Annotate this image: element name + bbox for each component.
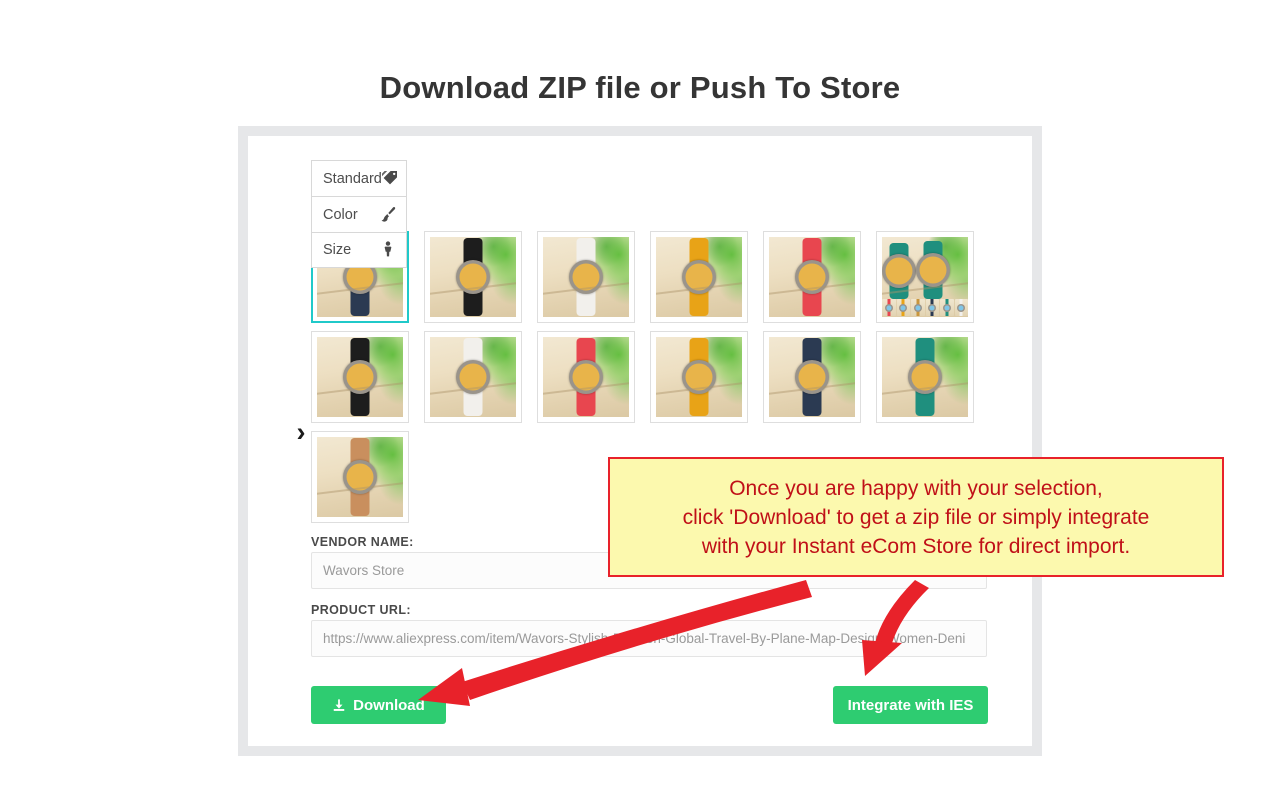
- product-image: [656, 237, 742, 317]
- thumbnail[interactable]: [650, 331, 748, 423]
- product-image: [882, 237, 968, 317]
- person-icon: [380, 241, 396, 259]
- thumbnail[interactable]: [424, 231, 522, 323]
- product-image: [543, 337, 629, 417]
- tag-icon: [381, 170, 398, 188]
- wristwatch-graphic: [456, 338, 490, 416]
- paintbrush-icon: [380, 206, 396, 224]
- product-image: [430, 337, 516, 417]
- color-swatch: [954, 299, 968, 316]
- download-icon: [332, 698, 346, 713]
- dropdown-item-label: Size: [323, 242, 352, 258]
- thumbnail[interactable]: [876, 231, 974, 323]
- instruction-callout: Once you are happy with your selection, …: [608, 457, 1224, 577]
- download-button-label: Download: [353, 696, 425, 714]
- dropdown-item-size[interactable]: Size: [311, 232, 407, 268]
- product-image: [769, 337, 855, 417]
- wristwatch-graphic: [916, 241, 950, 299]
- thumbnail[interactable]: [763, 331, 861, 423]
- dropdown-item-color[interactable]: Color: [311, 196, 407, 232]
- color-swatch-strip: [882, 299, 968, 316]
- page-title: Download ZIP file or Push To Store: [379, 70, 901, 105]
- dropdown-item-standard[interactable]: Standard: [311, 160, 407, 196]
- wristwatch-graphic: [343, 438, 377, 516]
- wristwatch-graphic: [569, 238, 603, 316]
- product-url-input[interactable]: https://www.aliexpress.com/item/Wavors-S…: [311, 620, 987, 657]
- thumbnail[interactable]: [311, 431, 409, 523]
- thumbnail[interactable]: [424, 331, 522, 423]
- thumbnail[interactable]: [311, 331, 409, 423]
- color-swatch: [925, 299, 939, 316]
- thumbnail-row: [311, 231, 991, 331]
- vendor-name-label: VENDOR NAME:: [311, 535, 414, 549]
- instruction-callout-text: Once you are happy with your selection, …: [682, 476, 1150, 558]
- thumbnail[interactable]: [650, 231, 748, 323]
- wristwatch-graphic: [682, 238, 716, 316]
- attribute-dropdown-menu: Standard Color Size: [311, 160, 407, 268]
- download-button[interactable]: Download: [311, 686, 446, 724]
- wristwatch-graphic: [569, 338, 603, 416]
- wristwatch-graphic: [908, 338, 942, 416]
- wristwatch-graphic: [795, 238, 829, 316]
- color-swatch: [882, 299, 896, 316]
- product-image: [317, 437, 403, 517]
- product-image: [543, 237, 629, 317]
- product-url-label: PRODUCT URL:: [311, 603, 411, 617]
- screenshot-root: Download ZIP file or Push To Store › IMA…: [0, 0, 1280, 800]
- thumbnail[interactable]: [763, 231, 861, 323]
- thumbnail-row: [311, 331, 991, 431]
- product-image: [882, 337, 968, 417]
- composite-image: [882, 237, 968, 317]
- thumbnail[interactable]: [876, 331, 974, 423]
- color-swatch: [896, 299, 910, 316]
- color-swatch: [940, 299, 954, 316]
- product-image: [317, 337, 403, 417]
- wristwatch-graphic: [795, 338, 829, 416]
- wristwatch-graphic: [682, 338, 716, 416]
- integrate-with-ies-button[interactable]: Integrate with IES: [833, 686, 988, 724]
- dropdown-item-label: Color: [323, 206, 358, 223]
- integrate-button-label: Integrate with IES: [847, 696, 974, 714]
- wristwatch-graphic: [343, 338, 377, 416]
- product-image: [656, 337, 742, 417]
- dropdown-item-label: Standard: [323, 170, 382, 187]
- thumbnail[interactable]: [537, 231, 635, 323]
- wristwatch-graphic: [456, 238, 490, 316]
- app-panel: › IMAGES: VENDOR NAME: Wavors Store PROD…: [248, 136, 1032, 746]
- color-swatch: [911, 299, 925, 316]
- thumbnail[interactable]: [537, 331, 635, 423]
- screenshot-frame: › IMAGES: VENDOR NAME: Wavors Store PROD…: [238, 126, 1042, 756]
- product-image: [430, 237, 516, 317]
- wristwatch-graphic: [882, 243, 916, 299]
- product-image: [769, 237, 855, 317]
- chevron-right-icon[interactable]: ›: [290, 418, 312, 448]
